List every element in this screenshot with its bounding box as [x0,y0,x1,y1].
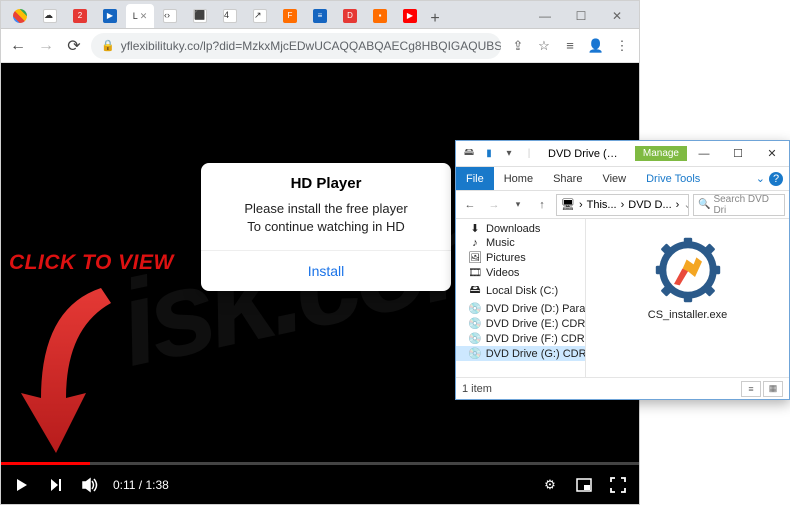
extensions-icon[interactable]: ≡ [559,35,581,57]
search-icon: 🔍 [698,199,710,210]
omnibox[interactable]: 🔒 yflexibilituky.co/lp?did=MzkxMjcEDwUCA… [91,33,501,59]
modal-message: Please install the free player To contin… [201,200,451,250]
tab-strip: ☁ 2 ▶ L✕ ‹› ⬛ 4 ↗ F ≡ D ▪ ▶ + — ☐ ✕ [1,1,639,29]
nav-recent[interactable]: ▾ [508,195,528,215]
tab-13[interactable]: ▶ [396,4,424,28]
lock-icon: 🔒 [101,39,115,52]
tree-dvd-g[interactable]: 💿DVD Drive (G:) CDROM [456,346,585,361]
ribbon-home[interactable]: Home [494,167,543,190]
qa-icon[interactable]: 🖴 [460,145,478,163]
exp-minimize[interactable]: — [687,142,721,166]
explorer-window: 🖴 ▮ ▾ | DVD Drive (G:) CDROM... Manage —… [455,140,790,400]
fullscreen-button[interactable] [607,474,629,496]
exp-close[interactable]: ✕ [755,142,789,166]
ribbon-drive-tools[interactable]: Drive Tools [636,167,710,190]
profile-icon[interactable]: 👤 [585,35,607,57]
install-button[interactable]: Install [201,251,451,291]
search-input[interactable]: 🔍 Search DVD Dri [693,194,785,216]
tab-0[interactable] [6,4,34,28]
tree-dvd-e[interactable]: 💿DVD Drive (E:) CDROM [456,316,585,331]
volume-button[interactable] [79,474,101,496]
manage-tab[interactable]: Manage [635,146,687,161]
tab-12[interactable]: ▪ [366,4,394,28]
time-display: 0:11 / 1:38 [113,478,169,492]
ribbon-share[interactable]: Share [543,167,592,190]
nav-forward[interactable]: → [484,195,504,215]
video-controls: 0:11 / 1:38 ⚙ [1,462,639,504]
tab-11[interactable]: D [336,4,364,28]
new-tab-button[interactable]: + [425,10,445,28]
modal-title: HD Player [201,163,451,200]
file-area[interactable]: CS_installer.exe [586,219,789,377]
tree-downloads[interactable]: ⬇Downloads [456,221,585,236]
install-modal: HD Player Please install the free player… [201,163,451,291]
share-icon[interactable]: ⇪ [507,35,529,57]
ribbon-file[interactable]: File [456,167,494,190]
pc-icon: 🖥 [561,198,575,211]
bookmark-icon[interactable]: ☆ [533,35,555,57]
tree-pictures[interactable]: 🖼Pictures [456,250,585,265]
status-bar: 1 item ≡ ▦ [456,377,789,399]
item-count: 1 item [462,383,492,395]
url-text: yflexibilituky.co/lp?did=MzkxMjcEDwUCAQQ… [121,39,501,53]
explorer-titlebar: 🖴 ▮ ▾ | DVD Drive (G:) CDROM... Manage —… [456,141,789,167]
tab-7[interactable]: 4 [216,4,244,28]
tab-2[interactable]: 2 [66,4,94,28]
view-icons[interactable]: ▦ [763,381,783,397]
nav-tree: ⬇Downloads ♪Music 🖼Pictures 🎞Videos 🖴Loc… [456,219,586,377]
ribbon: File Home Share View Drive Tools ⌄? [456,167,789,191]
back-button[interactable]: ← [7,35,29,57]
tab-5[interactable]: ‹› [156,4,184,28]
tab-8[interactable]: ↗ [246,4,274,28]
tree-music[interactable]: ♪Music [456,236,585,250]
tab-10[interactable]: ≡ [306,4,334,28]
play-button[interactable] [11,474,33,496]
qa-down[interactable]: ▾ [500,145,518,163]
menu-icon[interactable]: ⋮ [611,35,633,57]
tree-local-disk[interactable]: 🖴Local Disk (C:) [456,280,585,301]
view-details[interactable]: ≡ [741,381,761,397]
arrow-icon [11,278,121,458]
help-icon[interactable]: ? [769,172,783,186]
installer-icon[interactable] [653,235,723,305]
minimize-button[interactable]: — [527,4,563,28]
qa-save[interactable]: ▮ [480,145,498,163]
nav-up[interactable]: ↑ [532,195,552,215]
address-bar: ← → ⟳ 🔒 yflexibilituky.co/lp?did=MzkxMjc… [1,29,639,63]
miniplayer-button[interactable] [573,474,595,496]
click-to-view-text: CLICK TO VIEW [9,251,174,275]
tab-4[interactable]: L✕ [126,4,154,28]
explorer-title: DVD Drive (G:) CDROM... [542,148,631,160]
ribbon-expand-icon[interactable]: ⌄ [756,172,765,185]
tab-1[interactable]: ☁ [36,4,64,28]
file-name[interactable]: CS_installer.exe [648,309,728,321]
path-bar: ← → ▾ ↑ 🖥 › This... › DVD D... › ⌄ ↻ 🔍 S… [456,191,789,219]
progress-played [1,462,90,465]
tree-videos[interactable]: 🎞Videos [456,265,585,280]
ribbon-view[interactable]: View [592,167,636,190]
tab-6[interactable]: ⬛ [186,4,214,28]
tab-3[interactable]: ▶ [96,4,124,28]
next-button[interactable] [45,474,67,496]
reload-button[interactable]: ⟳ [63,35,85,57]
qa-sep: | [520,145,538,163]
nav-back[interactable]: ← [460,195,480,215]
progress-bar[interactable] [1,462,639,465]
tree-dvd-d[interactable]: 💿DVD Drive (D:) Parallel [456,301,585,316]
maximize-button[interactable]: ☐ [563,4,599,28]
forward-button[interactable]: → [35,35,57,57]
exp-maximize[interactable]: ☐ [721,142,755,166]
close-button[interactable]: ✕ [599,4,635,28]
tree-dvd-f[interactable]: 💿DVD Drive (F:) CDROM [456,331,585,346]
settings-button[interactable]: ⚙ [539,474,561,496]
breadcrumb[interactable]: 🖥 › This... › DVD D... › ⌄ ↻ [556,194,689,216]
tab-9[interactable]: F [276,4,304,28]
